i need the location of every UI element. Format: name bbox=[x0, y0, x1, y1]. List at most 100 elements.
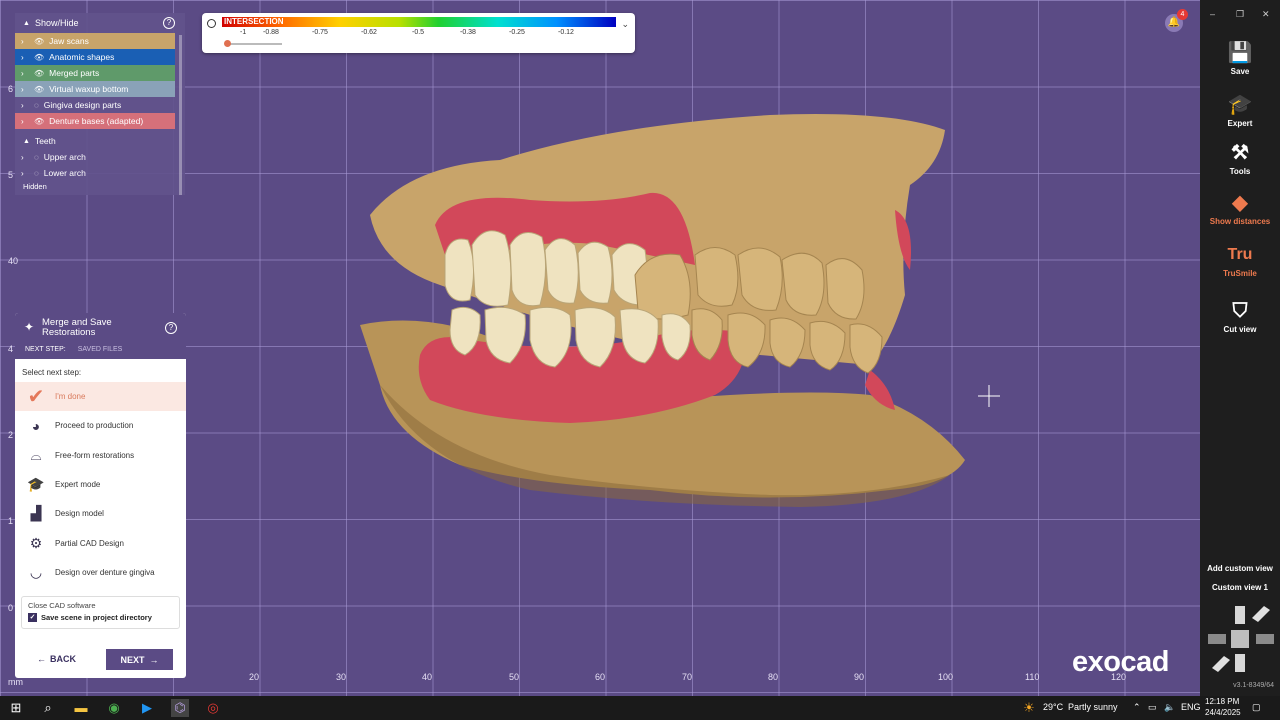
help-icon[interactable]: ? bbox=[163, 17, 175, 29]
eye-icon[interactable]: 👁 bbox=[34, 69, 44, 78]
chevron-up-icon[interactable]: ▲ bbox=[23, 138, 30, 145]
merge-panel-title: Merge and Save Restorations bbox=[42, 317, 112, 338]
scale-tick: -0.12 bbox=[558, 29, 574, 36]
axis-bottom-label: 60 bbox=[595, 672, 606, 682]
axis-left-label: 5 bbox=[8, 170, 14, 180]
trusmile-icon: Tru bbox=[1227, 246, 1253, 263]
add-custom-view-button[interactable]: Add custom view bbox=[1200, 564, 1280, 573]
showhide-item-gingiva-design[interactable]: › ◌ Gingiva design parts bbox=[15, 97, 175, 113]
chevron-right-icon[interactable]: › bbox=[21, 69, 29, 78]
show-distances-button[interactable]: ◆ Show distances bbox=[1200, 192, 1280, 226]
language-indicator[interactable]: ENG bbox=[1181, 702, 1201, 712]
clock-time[interactable]: 12:18 PM bbox=[1205, 697, 1239, 706]
option-im-done[interactable]: ✔ I'm done bbox=[15, 382, 186, 412]
axis-left-label: 4 bbox=[8, 344, 14, 354]
save-icon: 💾 bbox=[1227, 42, 1253, 64]
eye-icon[interactable]: 👁 bbox=[34, 37, 44, 46]
show-hide-header[interactable]: ▲ Show/Hide ? bbox=[15, 13, 185, 33]
option-proceed-to-production[interactable]: ◕ Proceed to production bbox=[15, 411, 186, 440]
clock-date[interactable]: 24/4/2025 bbox=[1205, 708, 1241, 717]
network-icon[interactable]: ▭ bbox=[1148, 702, 1157, 713]
eye-hidden-icon[interactable]: ◌ bbox=[34, 101, 39, 110]
chevron-right-icon[interactable]: › bbox=[21, 85, 29, 94]
record-icon[interactable]: ◎ bbox=[204, 699, 222, 717]
eye-hidden-icon[interactable]: ◌ bbox=[34, 169, 39, 178]
threshold-slider-thumb[interactable] bbox=[224, 40, 231, 47]
show-hide-scrollbar[interactable] bbox=[179, 35, 182, 195]
option-expert-mode[interactable]: 🎓 Expert mode bbox=[15, 470, 186, 499]
dental-model[interactable] bbox=[350, 105, 980, 515]
showhide-item-denture-bases[interactable]: › 👁 Denture bases (adapted) bbox=[15, 113, 175, 129]
help-icon[interactable]: ? bbox=[165, 322, 177, 334]
eye-hidden-icon[interactable]: ◌ bbox=[34, 153, 39, 162]
showhide-item-merged-parts[interactable]: › 👁 Merged parts bbox=[15, 65, 175, 81]
tab-next-step[interactable]: NEXT STEP: bbox=[25, 346, 66, 353]
trusmile-label: TruSmile bbox=[1223, 269, 1257, 278]
tooth bbox=[769, 317, 806, 368]
chevron-up-icon[interactable]: ▲ bbox=[23, 20, 30, 27]
option-partial-cad-design[interactable]: ⚙ Partial CAD Design bbox=[15, 528, 186, 557]
tab-saved-files[interactable]: SAVED FILES bbox=[78, 346, 123, 353]
eye-icon[interactable]: 👁 bbox=[34, 117, 44, 126]
show-distances-icon: ◆ bbox=[1232, 192, 1248, 214]
scale-tick: -0.5 bbox=[412, 29, 425, 36]
gauge-icon[interactable] bbox=[207, 19, 216, 28]
showhide-item-anatomic-shapes[interactable]: › 👁 Anatomic shapes bbox=[15, 49, 175, 65]
save-tool-button[interactable]: 💾 Save bbox=[1200, 42, 1280, 76]
close-cad-box: Close CAD software ✓ Save scene in projec… bbox=[21, 596, 180, 630]
showhide-item-upper-arch[interactable]: › ◌ Upper arch bbox=[15, 149, 175, 165]
exocad-app-icon[interactable]: ⌬ bbox=[171, 699, 189, 717]
save-scene-checkbox[interactable]: ✓ bbox=[28, 613, 37, 623]
option-label: Design model bbox=[55, 509, 104, 519]
restore-button[interactable]: ❐ bbox=[1236, 9, 1244, 20]
showhide-group-hidden[interactable]: Hidden bbox=[15, 181, 185, 191]
3d-viewport[interactable]: 6 40 5 4 2 1 0 mm 20 30 40 50 60 70 80 9… bbox=[0, 0, 1200, 696]
next-button[interactable]: NEXT → bbox=[106, 649, 173, 670]
eye-icon[interactable]: 👁 bbox=[34, 53, 44, 62]
view-navigation-cube[interactable] bbox=[1208, 606, 1274, 672]
option-free-form-restorations[interactable]: ⌓ Free-form restorations bbox=[15, 441, 186, 470]
chrome-icon[interactable]: ◉ bbox=[105, 699, 123, 717]
custom-view-1-button[interactable]: Custom view 1 bbox=[1200, 583, 1280, 592]
weather-desc[interactable]: Partly sunny bbox=[1068, 702, 1118, 712]
close-button[interactable]: ✕ bbox=[1262, 9, 1270, 20]
showhide-item-lower-arch[interactable]: › ◌ Lower arch bbox=[15, 165, 175, 181]
volume-icon[interactable]: 🔈 bbox=[1164, 702, 1175, 713]
tooth bbox=[471, 230, 512, 307]
tray-chevron-icon[interactable]: ⌃ bbox=[1133, 702, 1141, 713]
expert-tool-button[interactable]: 🎓 Expert bbox=[1200, 94, 1280, 128]
chevron-right-icon[interactable]: › bbox=[21, 53, 29, 62]
chevron-right-icon[interactable]: › bbox=[21, 37, 29, 46]
cut-view-button[interactable]: ⛉ Cut view bbox=[1200, 300, 1280, 334]
chevron-right-icon[interactable]: › bbox=[21, 153, 29, 162]
magic-wand-icon: ✦ bbox=[24, 320, 35, 334]
option-design-over-denture-gingiva[interactable]: ◡ Design over denture gingiva bbox=[15, 558, 186, 587]
file-explorer-icon[interactable]: ▬ bbox=[72, 699, 90, 717]
weather-icon[interactable]: ☀ bbox=[1020, 699, 1038, 717]
scale-title: INTERSECTION bbox=[224, 17, 284, 26]
chevron-right-icon[interactable]: › bbox=[21, 117, 29, 126]
windows-start-icon[interactable]: ⊞ bbox=[7, 699, 25, 717]
chevron-down-icon[interactable]: ⌄ bbox=[621, 19, 629, 30]
threshold-slider[interactable] bbox=[226, 43, 282, 45]
intersection-color-scale[interactable]: INTERSECTION -1 -0.88 -0.75 -0.62 -0.5 -… bbox=[202, 13, 635, 53]
axis-bottom-label: 50 bbox=[509, 672, 520, 682]
showhide-item-virtual-waxup[interactable]: › 👁 Virtual waxup bottom bbox=[15, 81, 175, 97]
eye-icon[interactable]: 👁 bbox=[34, 85, 44, 94]
option-design-model[interactable]: ▟ Design model bbox=[15, 499, 186, 528]
chevron-right-icon[interactable]: › bbox=[21, 169, 29, 178]
trusmile-button[interactable]: Tru TruSmile bbox=[1200, 244, 1280, 278]
search-icon[interactable]: ⌕ bbox=[39, 699, 57, 717]
weather-temp[interactable]: 29°C bbox=[1043, 702, 1063, 712]
showhide-item-jaw-scans[interactable]: › 👁 Jaw scans bbox=[15, 33, 175, 49]
back-button[interactable]: ← BACK bbox=[37, 649, 76, 669]
tools-button[interactable]: ⚒ Tools bbox=[1200, 142, 1280, 176]
notification-bell-icon[interactable]: 🔔 4 bbox=[1165, 9, 1188, 32]
minimize-button[interactable]: – bbox=[1210, 9, 1215, 19]
chevron-right-icon[interactable]: › bbox=[21, 101, 29, 110]
notifications-icon[interactable]: ▢ bbox=[1252, 702, 1261, 713]
tools-label: Tools bbox=[1229, 167, 1251, 176]
scale-tick: -0.88 bbox=[263, 29, 279, 36]
showhide-group-teeth[interactable]: ▲ Teeth bbox=[15, 133, 185, 149]
remote-desktop-icon[interactable]: ▶ bbox=[138, 699, 156, 717]
